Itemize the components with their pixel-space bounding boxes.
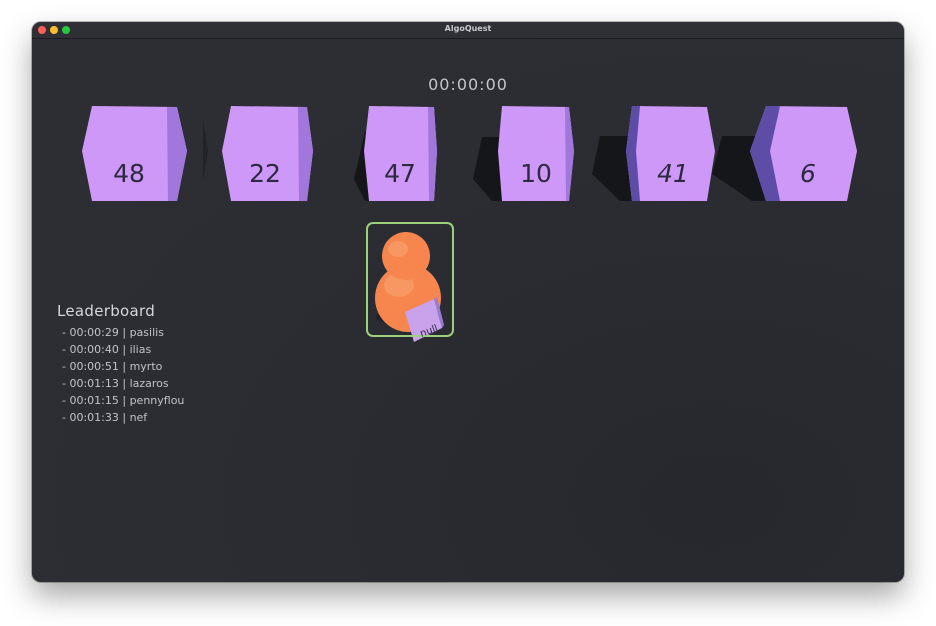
box-6-value: 6 xyxy=(800,159,816,188)
leaderboard-entry: - 00:01:13 | lazaros xyxy=(62,377,169,390)
window-title: AlgoQuest xyxy=(444,24,492,33)
player-selection-frame[interactable] xyxy=(366,222,454,337)
box-3-value: 47 xyxy=(384,159,416,188)
box-4-value: 10 xyxy=(520,159,552,188)
box-5-value: 41 xyxy=(657,159,689,188)
box-2-value: 22 xyxy=(249,159,281,188)
game-window: AlgoQuest 00:00:00 48 22 47 10 41 6 null… xyxy=(32,22,904,582)
leaderboard-panel: Leaderboard - 00:00:29 | pasilis - 00:00… xyxy=(57,302,184,426)
leaderboard-title: Leaderboard xyxy=(57,302,156,320)
leaderboard-entry: - 00:01:15 | pennyflou xyxy=(62,394,185,407)
box-1-value: 48 xyxy=(113,159,145,188)
leaderboard-entry: - 00:00:40 | ilias xyxy=(62,343,152,356)
leaderboard-entry: - 00:00:29 | pasilis xyxy=(62,326,164,339)
leaderboard-entry: - 00:00:51 | myrto xyxy=(62,360,163,373)
title-bar[interactable]: AlgoQuest xyxy=(32,22,904,39)
game-scene[interactable]: 00:00:00 48 22 47 10 41 6 null Leaderboa… xyxy=(32,39,904,582)
leaderboard-entry: - 00:01:33 | nef xyxy=(62,411,148,424)
